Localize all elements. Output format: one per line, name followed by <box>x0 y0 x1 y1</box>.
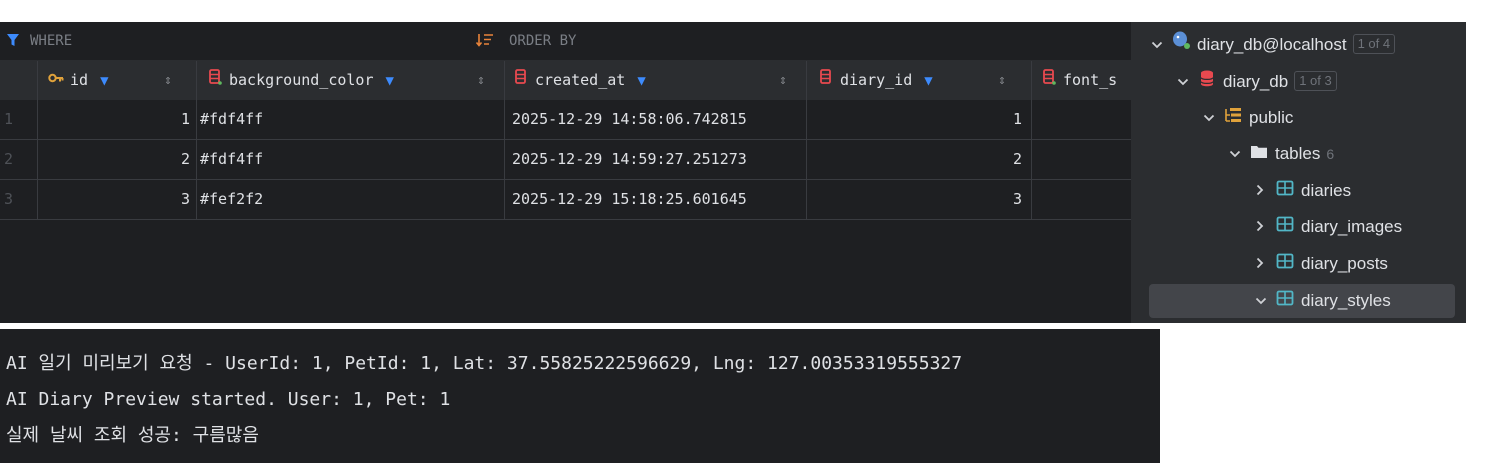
sort-toggle-icon[interactable]: ⇕ <box>164 61 172 100</box>
chevron-down-icon[interactable] <box>1177 67 1193 97</box>
primary-key-icon <box>48 61 64 100</box>
row-number: 2 <box>4 150 14 168</box>
data-grid: WHERE ORDER BY id ▼ ⇕ background_color ▼ ⇕… <box>0 22 1131 323</box>
table-icon <box>1275 286 1295 316</box>
chevron-down-icon[interactable] <box>1151 30 1167 60</box>
tree-node-label: diary_images <box>1301 217 1403 236</box>
tree-node-schema[interactable]: public <box>1203 103 1293 133</box>
database-explorer: diary_db@localhost 1 of 4 diary_db 1 of 3 … <box>1131 22 1466 323</box>
count-badge[interactable]: 1 of 3 <box>1294 71 1337 91</box>
log-line: AI 일기 미리보기 요청 - UserId: 1, PetId: 1, Lat… <box>6 353 963 374</box>
cell-diary-id[interactable]: 2 <box>810 140 1022 179</box>
column-label: background_color <box>229 71 374 89</box>
table-row[interactable]: 3 3 #fef2f2 2025-12-29 15:18:25.601645 3 <box>0 180 1131 220</box>
postgresql-icon <box>1171 30 1191 60</box>
column-header-id[interactable]: id ▼ ⇕ <box>48 61 190 100</box>
tree-node-label: tables <box>1275 144 1321 163</box>
column-label: created_at <box>535 71 626 89</box>
tree-node-database[interactable]: diary_db 1 of 3 <box>1177 67 1337 97</box>
table-icon <box>1275 176 1295 206</box>
table-row[interactable]: 2 2 #fdf4ff 2025-12-29 14:59:27.251273 2 <box>0 140 1131 180</box>
tree-node-table-diary-styles[interactable]: diary_styles <box>1255 286 1391 316</box>
folder-icon <box>1249 139 1269 169</box>
table-row[interactable]: 1 1 #fdf4ff 2025-12-29 14:58:06.742815 1 <box>0 100 1131 140</box>
cell-id[interactable]: 3 <box>40 180 190 219</box>
tree-node-table-diaries[interactable]: diaries <box>1255 176 1351 206</box>
tree-node-label: diaries <box>1301 181 1352 200</box>
sort-toggle-icon[interactable]: ⇕ <box>998 61 1006 100</box>
column-header-background-color[interactable]: background_color ▼ ⇕ <box>207 61 497 100</box>
table-icon <box>1275 212 1295 242</box>
cell-created-at[interactable]: 2025-12-29 15:18:25.601645 <box>512 180 747 219</box>
cell-background-color[interactable]: #fef2f2 <box>200 180 263 219</box>
cell-created-at[interactable]: 2025-12-29 14:59:27.251273 <box>512 140 747 179</box>
chevron-down-icon[interactable] <box>1255 286 1271 316</box>
filter-icon[interactable] <box>6 33 20 51</box>
filter-bar: WHERE ORDER BY <box>0 22 1131 61</box>
table-count: 6 <box>1326 146 1335 162</box>
tree-node-table-diary-posts[interactable]: diary_posts <box>1255 249 1388 279</box>
column-divider <box>806 61 807 219</box>
chevron-right-icon[interactable] <box>1255 176 1271 206</box>
cell-diary-id[interactable]: 1 <box>810 100 1022 139</box>
column-label: id <box>70 71 89 89</box>
filter-icon[interactable]: ▼ <box>637 73 645 89</box>
chevron-right-icon[interactable] <box>1255 212 1271 242</box>
column-divider <box>504 61 505 219</box>
log-line: 실제 날씨 조회 성공: 구름많음 <box>6 425 259 446</box>
tree-node-label: diary_db <box>1223 72 1289 91</box>
tree-node-connection[interactable]: diary_db@localhost 1 of 4 <box>1151 30 1396 60</box>
row-number: 1 <box>4 110 14 128</box>
filter-icon[interactable]: ▼ <box>100 73 108 89</box>
column-header-diary-id[interactable]: diary_id ▼ ⇕ <box>818 61 1028 100</box>
console-output[interactable]: AI 일기 미리보기 요청 - UserId: 1, PetId: 1, Lat… <box>0 329 1160 463</box>
row-number: 3 <box>4 190 14 208</box>
tree-node-label: diary_db@localhost <box>1197 35 1347 54</box>
database-icon <box>1197 67 1217 97</box>
cell-background-color[interactable]: #fdf4ff <box>200 140 263 179</box>
where-filter-input[interactable]: WHERE <box>30 33 72 49</box>
log-line: AI Diary Preview started. User: 1, Pet: … <box>6 389 451 410</box>
order-by-input[interactable]: ORDER BY <box>509 33 576 49</box>
column-label: font_s <box>1063 71 1118 89</box>
column-divider <box>1031 61 1032 219</box>
column-icon <box>1041 61 1057 100</box>
tree-node-table-diary-images[interactable]: diary_images <box>1255 212 1402 242</box>
sort-toggle-icon[interactable]: ⇕ <box>477 61 485 100</box>
cell-created-at[interactable]: 2025-12-29 14:58:06.742815 <box>512 100 747 139</box>
column-header-created-at[interactable]: created_at ▼ ⇕ <box>513 61 799 100</box>
count-badge[interactable]: 1 of 4 <box>1352 34 1396 54</box>
column-icon <box>818 61 834 100</box>
chevron-down-icon[interactable] <box>1203 103 1219 133</box>
cell-id[interactable]: 2 <box>40 140 190 179</box>
column-divider <box>196 61 197 219</box>
chevron-right-icon[interactable] <box>1255 249 1271 279</box>
table-icon <box>1275 249 1295 279</box>
column-label: diary_id <box>840 71 913 89</box>
column-icon <box>207 61 223 100</box>
cell-diary-id[interactable]: 3 <box>810 180 1022 219</box>
schema-icon <box>1223 103 1243 133</box>
sort-toggle-icon[interactable]: ⇕ <box>779 61 787 100</box>
cell-id[interactable]: 1 <box>40 100 190 139</box>
tree-node-tables-folder[interactable]: tables 6 <box>1229 139 1334 169</box>
column-header-row: id ▼ ⇕ background_color ▼ ⇕ created_at ▼ ⇕ … <box>0 61 1131 100</box>
sort-icon[interactable] <box>475 33 494 51</box>
cell-background-color[interactable]: #fdf4ff <box>200 100 263 139</box>
column-divider <box>37 61 38 219</box>
chevron-down-icon[interactable] <box>1229 139 1245 169</box>
filter-icon[interactable]: ▼ <box>924 73 932 89</box>
filter-icon[interactable]: ▼ <box>386 73 394 89</box>
column-icon <box>513 61 529 100</box>
tree-node-label: diary_styles <box>1301 291 1391 310</box>
column-header-font-s[interactable]: font_s <box>1041 61 1131 100</box>
tree-node-label: diary_posts <box>1301 254 1388 273</box>
tree-node-label: public <box>1249 108 1294 127</box>
